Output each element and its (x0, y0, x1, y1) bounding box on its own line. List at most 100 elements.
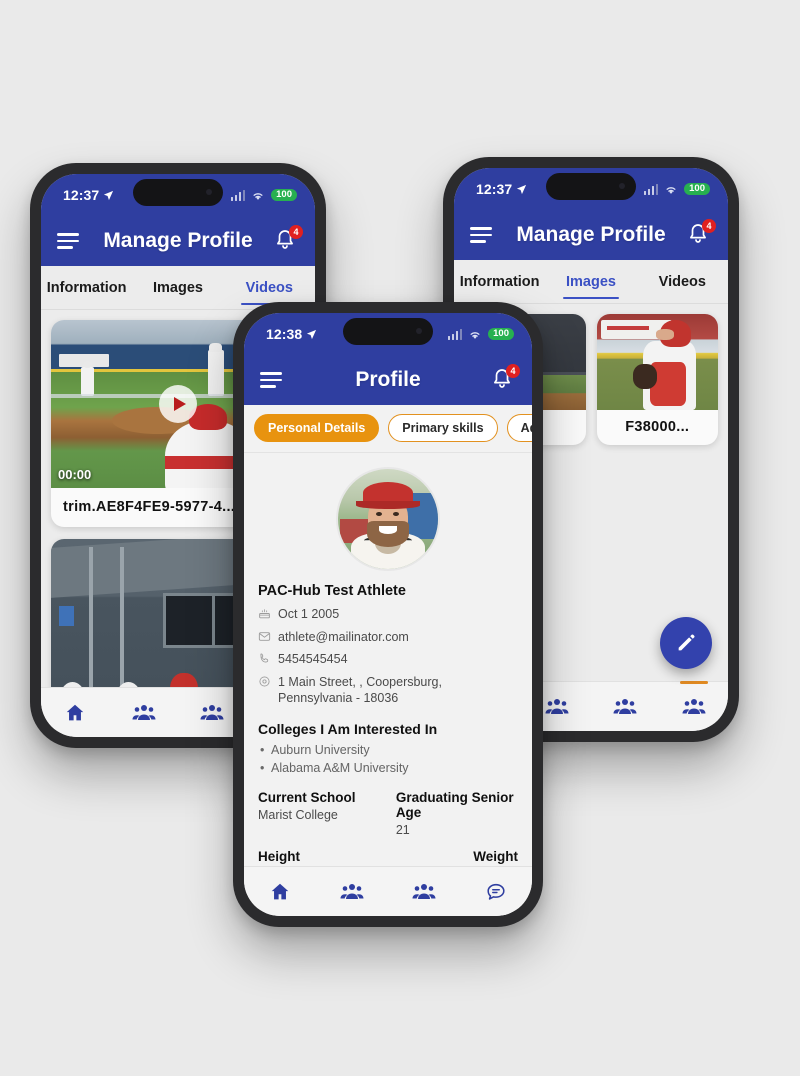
phone-row: 5454545454 (258, 651, 518, 668)
notifications-button[interactable]: 4 (273, 225, 303, 254)
dynamic-island (343, 318, 433, 345)
chip-personal-details[interactable]: Personal Details (254, 414, 380, 442)
image-card[interactable]: F38000... (596, 314, 718, 445)
image-title: F38000... (625, 419, 690, 435)
nav-home[interactable] (244, 867, 316, 916)
status-bar: 12:38 100 (244, 313, 532, 355)
pencil-icon (678, 634, 695, 651)
school-age-pair: Current School Marist College Graduating… (258, 790, 518, 837)
tab-images[interactable]: Images (132, 266, 223, 309)
nav-home[interactable] (41, 688, 110, 737)
current-school-label: Current School (258, 790, 356, 805)
nav-teams[interactable] (316, 867, 388, 916)
app-bar: Profile 4 (244, 355, 532, 405)
status-bar-time-group: 12:37 (476, 181, 527, 197)
status-bar: 12:37 100 (41, 174, 315, 216)
tab-images[interactable]: Images (545, 260, 636, 303)
hamburger-menu-icon[interactable] (470, 227, 492, 243)
group-icon (682, 698, 706, 714)
nav-messages[interactable] (660, 681, 729, 731)
tab-images-label: Images (566, 273, 616, 290)
weight-field: Weight 205(Lbs.) (465, 849, 518, 866)
bottom-navigation (244, 866, 532, 916)
notification-badge: 4 (289, 225, 303, 239)
nav-teams[interactable] (110, 688, 179, 737)
dynamic-island (133, 179, 223, 206)
college-item: Alabama A&M University (258, 759, 518, 778)
phone-center-screen: 12:38 100 Profile 4 Personal Details Pri… (244, 313, 532, 916)
hamburger-menu-icon[interactable] (57, 233, 79, 249)
location-arrow-icon (517, 184, 527, 194)
hamburger-menu-icon[interactable] (260, 372, 282, 388)
app-bar: Manage Profile 4 (454, 210, 728, 260)
nav-messages[interactable] (460, 867, 532, 916)
location-arrow-icon (307, 329, 317, 339)
status-bar-time: 12:38 (266, 326, 303, 342)
chip-primary-skills[interactable]: Primary skills (388, 414, 498, 442)
tab-information-label: Information (459, 273, 540, 290)
avatar-container (258, 453, 518, 583)
nav-connections[interactable] (591, 682, 660, 731)
status-bar-indicators: 100 (643, 182, 710, 196)
location-arrow-icon (104, 190, 114, 200)
birthdate-value: Oct 1 2005 (278, 607, 340, 621)
cellular-signal-icon (643, 183, 659, 195)
edit-fab-button[interactable] (660, 617, 712, 669)
cake-icon (259, 609, 270, 619)
location-pin-icon (259, 675, 270, 687)
weight-label: Weight (473, 849, 518, 864)
status-bar-time: 12:37 (476, 181, 513, 197)
graduating-age-value: 21 (395, 823, 410, 837)
current-school-value: Marist College (258, 808, 338, 822)
group-icon (200, 704, 224, 720)
notifications-button[interactable]: 4 (490, 364, 520, 393)
home-icon (67, 704, 84, 720)
profile-details-panel[interactable]: PAC-Hub Test Athlete Oct 1 2005 athlete@… (244, 453, 532, 866)
status-bar-indicators: 100 (230, 188, 297, 202)
tab-information[interactable]: Information (454, 260, 545, 303)
tab-images-label: Images (153, 279, 203, 296)
play-button[interactable] (159, 385, 197, 423)
status-bar-time-group: 12:38 (266, 326, 317, 342)
current-school-field: Current School Marist College (258, 790, 356, 837)
profile-section-chips[interactable]: Personal Details Primary skills Additi (244, 405, 532, 453)
graduating-age-field: Graduating Senior Age 21 (396, 790, 518, 837)
tab-videos-label: Videos (245, 279, 293, 296)
home-icon (271, 883, 289, 899)
status-bar-time-group: 12:37 (63, 187, 114, 203)
image-thumbnail[interactable] (596, 314, 718, 410)
nav-connections[interactable] (388, 867, 460, 916)
avatar[interactable] (336, 467, 440, 571)
page-title: Profile (355, 368, 421, 391)
wifi-icon (253, 192, 263, 200)
colleges-heading: Colleges I Am Interested In (258, 720, 438, 737)
video-duration: 00:00 (58, 467, 92, 482)
notification-badge: 4 (506, 364, 520, 378)
notifications-button[interactable]: 4 (686, 219, 716, 248)
tab-information[interactable]: Information (41, 266, 132, 309)
chat-icon (487, 883, 505, 900)
chip-additional[interactable]: Additi (506, 414, 532, 442)
tab-videos[interactable]: Videos (637, 260, 728, 303)
wifi-icon (666, 186, 676, 194)
phone-icon (260, 653, 269, 663)
phone-center-profile: 12:38 100 Profile 4 Personal Details Pri… (233, 302, 543, 927)
graduating-age-label: Graduating Senior Age (395, 790, 514, 820)
college-item: Auburn University (258, 741, 518, 760)
status-bar-time: 12:37 (63, 187, 100, 203)
height-label: Height (258, 849, 300, 864)
cellular-signal-icon (447, 328, 463, 340)
dynamic-island (546, 173, 636, 200)
group-icon (613, 698, 637, 714)
cellular-signal-icon (230, 189, 246, 201)
height-field: Height 5-10(Feet-Inches) (258, 849, 357, 866)
status-bar-indicators: 100 (447, 327, 514, 341)
battery-badge: 100 (488, 327, 514, 341)
colleges-list: Auburn University Alabama A&M University (258, 741, 518, 779)
group-icon (412, 883, 436, 899)
mail-icon (258, 631, 271, 641)
tab-active-underline (562, 296, 619, 299)
address-row: 1 Main Street, , Coopersburg, Pennsylvan… (258, 674, 518, 707)
birthdate-row: Oct 1 2005 (258, 606, 518, 623)
phone-value: 5454545454 (278, 652, 348, 666)
